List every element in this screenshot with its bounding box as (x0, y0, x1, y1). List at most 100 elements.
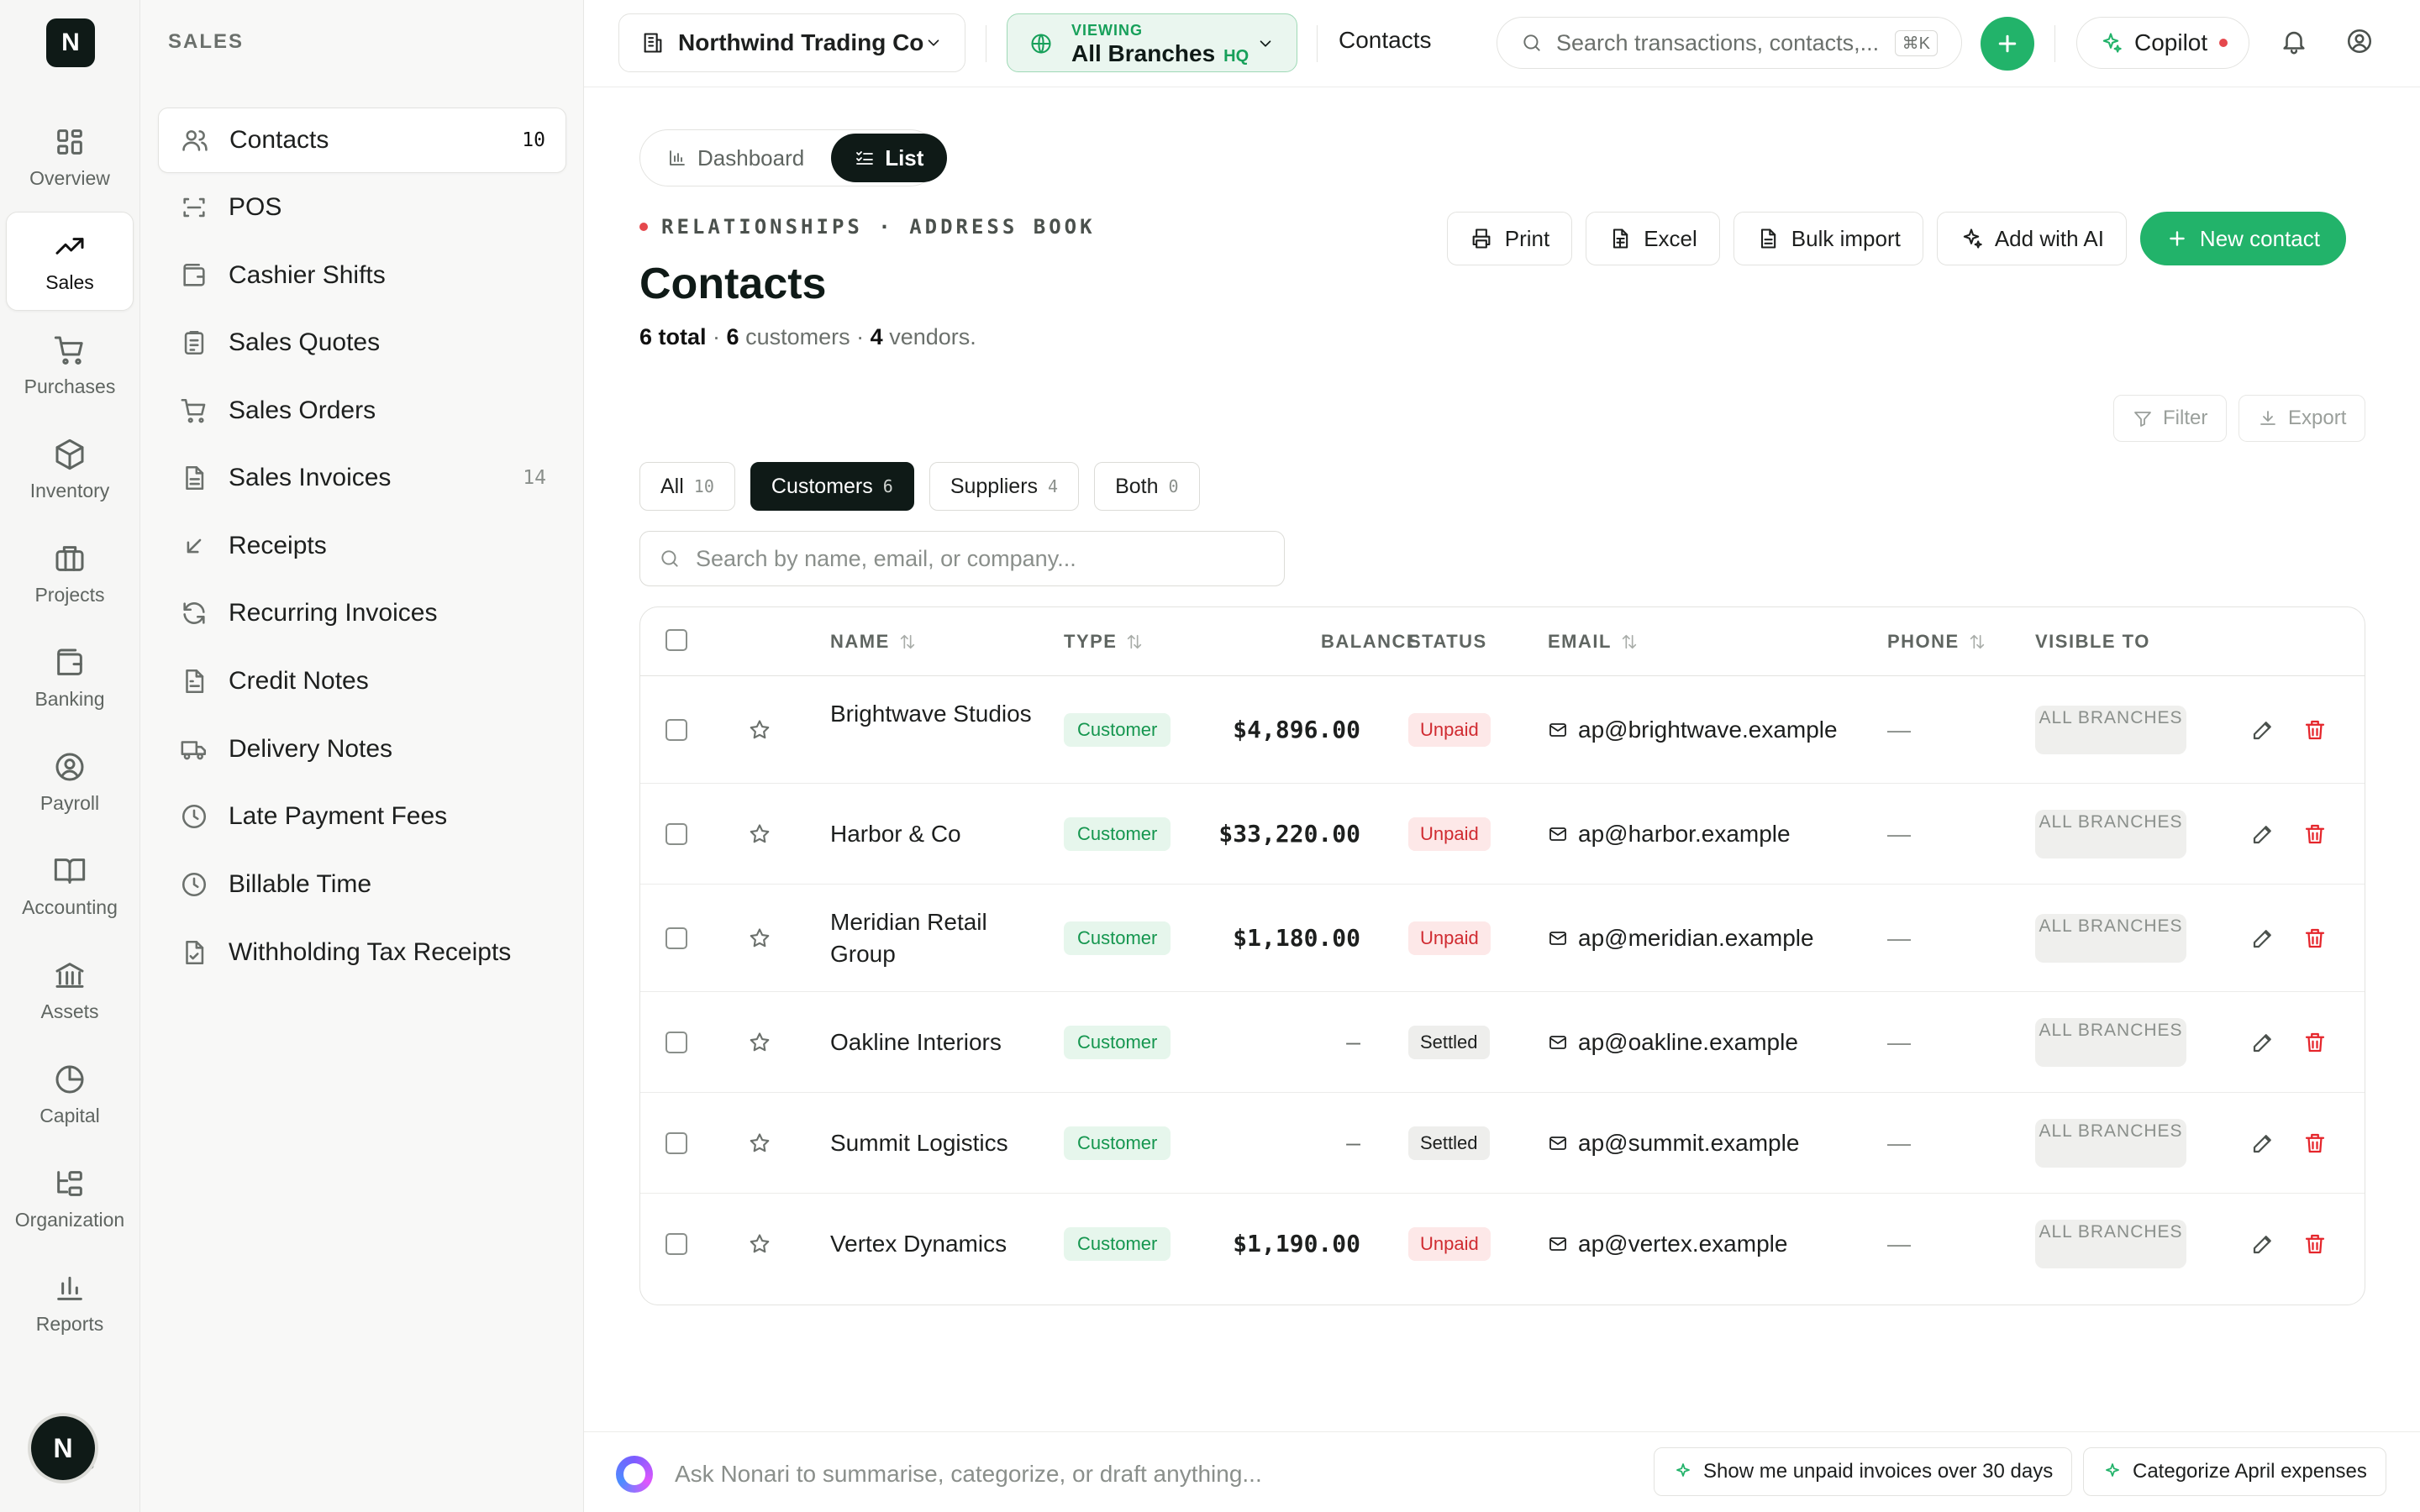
sidebar-item-billable-time[interactable]: Billable Time (158, 852, 566, 917)
table-row[interactable]: Meridian Retail Group Customer $1,180.00 Un… (640, 885, 2365, 992)
contact-name[interactable]: Harbor & Co (830, 818, 1032, 850)
rail-item-banking[interactable]: Banking (6, 628, 134, 727)
rail-item-reports[interactable]: Reports (6, 1253, 134, 1352)
contact-email[interactable]: ap@oakline.example (1548, 1026, 1798, 1058)
sidebar-item-recurring-invoices[interactable]: Recurring Invoices (158, 580, 566, 646)
company-switcher[interactable]: Northwind Trading Co (618, 13, 965, 72)
quick-add-button[interactable] (1981, 17, 2034, 71)
column-header-email[interactable]: EMAIL (1548, 631, 1639, 653)
rail-item-organization[interactable]: Organization (6, 1149, 134, 1248)
rail-item-inventory[interactable]: Inventory (6, 420, 134, 519)
pencil-icon[interactable] (2250, 1131, 2275, 1156)
sidebar-item-withholding-tax-receipts[interactable]: Withholding Tax Receipts (158, 920, 566, 985)
trash-icon[interactable] (2302, 1231, 2328, 1257)
contact-search-input[interactable]: Search by name, email, or company... (639, 531, 1285, 586)
trash-icon[interactable] (2302, 1131, 2328, 1156)
global-search[interactable]: Search transactions, contacts,... ⌘K (1497, 17, 1962, 69)
star-icon[interactable] (748, 1131, 771, 1155)
new-contact-button[interactable]: New contact (2139, 212, 2346, 265)
sidebar-item-sales-quotes[interactable]: Sales Quotes (158, 310, 566, 375)
trash-icon[interactable] (2302, 1030, 2328, 1055)
add-with-ai-button[interactable]: Add with AI (1936, 212, 2127, 265)
sidebar-item-late-payment-fees[interactable]: Late Payment Fees (158, 784, 566, 849)
contact-name[interactable]: Summit Logistics (830, 1127, 1032, 1159)
contact-name[interactable]: Brightwave Studios (830, 698, 1032, 730)
rail-item-assets[interactable]: Assets (6, 941, 134, 1040)
table-row[interactable]: Vertex Dynamics Customer $1,190.00 Unpaid ap… (640, 1194, 2365, 1294)
rail-item-payroll[interactable]: Payroll (6, 732, 134, 832)
print-button[interactable]: Print (1446, 212, 1573, 265)
trash-icon[interactable] (2302, 822, 2328, 847)
column-header-type[interactable]: TYPE (1064, 631, 1144, 653)
rail-item-purchases[interactable]: Purchases (6, 316, 134, 415)
rail-item-capital[interactable]: Capital (6, 1045, 134, 1144)
row-checkbox[interactable] (666, 823, 687, 845)
pencil-icon[interactable] (2250, 717, 2275, 743)
table-row[interactable]: Brightwave Studios Customer $4,896.00 Unpai… (640, 676, 2365, 784)
star-icon[interactable] (748, 822, 771, 846)
contact-email[interactable]: ap@vertex.example (1548, 1228, 1787, 1260)
trash-icon[interactable] (2302, 717, 2328, 743)
brand-logo[interactable]: N (46, 18, 95, 67)
table-row[interactable]: Summit Logistics Customer — Settled ap@summi… (640, 1093, 2365, 1194)
breadcrumb[interactable]: Contacts (1339, 27, 1432, 54)
star-icon[interactable] (748, 1232, 771, 1256)
sidebar-item-contacts[interactable]: Contacts 10 (158, 108, 566, 173)
column-header-phone[interactable]: PHONE (1887, 631, 1986, 653)
chip-suppliers[interactable]: Suppliers 4 (929, 462, 1080, 511)
export-button[interactable]: Export (2238, 395, 2366, 442)
contact-email[interactable]: ap@summit.example (1548, 1127, 1799, 1159)
sidebar-item-cashier-shifts[interactable]: Cashier Shifts (158, 243, 566, 308)
sidebar-item-credit-notes[interactable]: Credit Notes (158, 648, 566, 714)
contact-email[interactable]: ap@harbor.example (1548, 818, 1791, 850)
table-row[interactable]: Oakline Interiors Customer — Settled ap@oakl… (640, 992, 2365, 1093)
contact-email[interactable]: ap@meridian.example (1548, 922, 1814, 954)
tab-dashboard[interactable]: Dashboard (644, 134, 828, 182)
row-checkbox[interactable] (666, 1233, 687, 1255)
copilot-button[interactable]: Copilot (2076, 17, 2249, 69)
sidebar-item-delivery-notes[interactable]: Delivery Notes (158, 717, 566, 782)
row-checkbox[interactable] (666, 927, 687, 949)
pencil-icon[interactable] (2250, 822, 2275, 847)
star-icon[interactable] (748, 1031, 771, 1054)
chip-customers[interactable]: Customers 6 (750, 462, 914, 511)
suggestion-unpaid-invoices[interactable]: Show me unpaid invoices over 30 days (1654, 1447, 2073, 1496)
rail-item-accounting[interactable]: Accounting (6, 837, 134, 936)
user-avatar[interactable]: N (31, 1416, 95, 1480)
sidebar-item-receipts[interactable]: Receipts (158, 513, 566, 579)
sidebar-item-pos[interactable]: POS (158, 175, 566, 240)
pencil-icon[interactable] (2250, 1231, 2275, 1257)
row-checkbox[interactable] (666, 1132, 687, 1154)
sidebar-item-sales-orders[interactable]: Sales Orders (158, 378, 566, 444)
trash-icon[interactable] (2302, 926, 2328, 951)
account-icon[interactable] (2345, 27, 2374, 55)
branch-switcher[interactable]: VIEWING All Branches HQ (1007, 13, 1297, 72)
rail-item-overview[interactable]: Overview (6, 108, 134, 207)
pencil-icon[interactable] (2250, 1030, 2275, 1055)
star-icon[interactable] (748, 718, 771, 742)
row-checkbox[interactable] (666, 719, 687, 741)
excel-button[interactable]: Excel (1586, 212, 1720, 265)
chip-both[interactable]: Both 0 (1094, 462, 1200, 511)
row-checkbox[interactable] (666, 1032, 687, 1053)
contact-email[interactable]: ap@brightwave.example (1548, 714, 1838, 746)
contact-name[interactable]: Oakline Interiors (830, 1026, 1032, 1058)
suggestion-categorize-expenses[interactable]: Categorize April expenses (2083, 1447, 2386, 1496)
rail-item-projects[interactable]: Projects (6, 524, 134, 623)
chip-all[interactable]: All 10 (639, 462, 735, 511)
contact-name[interactable]: Vertex Dynamics (830, 1228, 1032, 1260)
tab-list[interactable]: List (831, 134, 948, 182)
sidebar-item-sales-invoices[interactable]: Sales Invoices 14 (158, 445, 566, 511)
contact-name[interactable]: Meridian Retail Group (830, 906, 1032, 970)
column-header-name[interactable]: NAME (830, 631, 917, 653)
pencil-icon[interactable] (2250, 926, 2275, 951)
table-row[interactable]: Harbor & Co Customer $33,220.00 Unpaid ap@ha… (640, 784, 2365, 885)
rail-item-sales[interactable]: Sales (6, 212, 134, 311)
arrow-down-left-icon (187, 538, 202, 554)
filter-button[interactable]: Filter (2113, 395, 2228, 442)
bell-icon[interactable] (2280, 27, 2308, 55)
ai-prompt-input[interactable]: Ask Nonari to summarise, categorize, or … (675, 1461, 1262, 1488)
bulk-import-button[interactable]: Bulk import (1733, 212, 1923, 265)
star-icon[interactable] (748, 927, 771, 950)
select-all-checkbox[interactable] (666, 629, 687, 651)
